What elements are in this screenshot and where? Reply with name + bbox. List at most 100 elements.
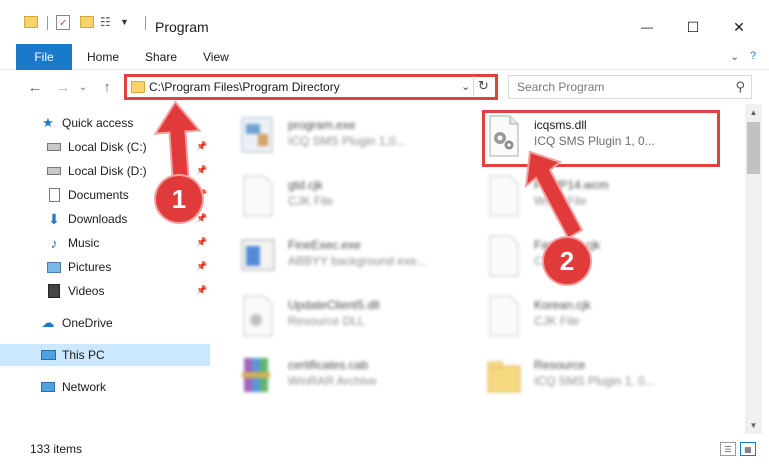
maximize-button[interactable]: ☐ (670, 12, 716, 42)
status-bar: 133 items ☰ ▦ (0, 436, 769, 470)
file-name: program.exe (288, 118, 356, 132)
up-button[interactable]: ↑ (96, 76, 118, 98)
search-box[interactable]: ⚲ (508, 75, 752, 99)
file-item-gtd-cjk[interactable]: gtd.cjk CJK File (238, 170, 488, 226)
file-item-korean-cjk[interactable]: Korean.cjk CJK File (484, 290, 734, 346)
large-icons-view-button[interactable]: ▦ (740, 442, 756, 456)
forward-arrow-icon: → (55, 78, 71, 96)
vertical-scrollbar[interactable]: ▲ ▼ (745, 104, 762, 434)
caret-up-icon: ▲ (749, 108, 758, 117)
nav-item-videos[interactable]: Videos 📌 (0, 280, 210, 302)
nav-item-network[interactable]: Network (0, 376, 210, 398)
pin-icon[interactable]: 📌 (196, 213, 207, 224)
file-item-program-exe[interactable]: program.exe ICQ SMS Plugin 1,0... (238, 110, 488, 166)
nav-item-label: Local Disk (C:) (68, 140, 147, 154)
tab-share[interactable]: Share (145, 50, 177, 64)
nav-item-label: Downloads (68, 212, 128, 226)
address-bar[interactable]: C:\Program Files\Program Directory ⌄ ↻ (124, 74, 498, 100)
scroll-down-button[interactable]: ▼ (745, 417, 762, 434)
help-button[interactable]: ? (750, 50, 756, 62)
chevron-down-icon: ⌄ (78, 81, 88, 93)
pin-icon[interactable]: 📌 (196, 141, 207, 152)
forward-button[interactable]: → (52, 76, 74, 98)
file-item-fineexec-exe[interactable]: FineExec.exe ABBYY background exe... (238, 230, 488, 286)
folder-icon[interactable] (24, 16, 38, 28)
music-icon: ♪ (50, 235, 58, 251)
pin-icon[interactable]: 📌 (196, 285, 207, 296)
nav-item-label: Network (62, 380, 107, 394)
caret-down-icon: ▼ (749, 421, 758, 430)
refresh-button[interactable]: ↻ (473, 76, 493, 96)
address-path[interactable]: C:\Program Files\Program Directory (149, 80, 340, 94)
file-type: ICQ SMS Plugin 1,0... (288, 134, 406, 148)
callout-badge-2: 2 (544, 238, 590, 284)
nav-item-label: Videos (68, 284, 105, 298)
properties-button[interactable]: ✓ (56, 12, 70, 32)
videos-icon (46, 283, 62, 299)
blank-file-icon (484, 232, 524, 280)
nav-item-quick-access[interactable]: ★ Quick access (0, 112, 210, 134)
nav-item-label: This PC (62, 348, 105, 362)
chevron-down-icon: ⌄ (730, 51, 740, 63)
nav-item-music[interactable]: ♪ Music 📌 (0, 232, 210, 254)
address-history-chevron-icon[interactable]: ⌄ (461, 80, 470, 93)
gear-file-icon (238, 292, 278, 340)
nav-item-this-pc[interactable]: This PC (0, 344, 210, 366)
address-row: ← → ⌄ ↑ C:\Program Files\Program Directo… (0, 70, 769, 104)
back-button[interactable]: ← (24, 76, 46, 98)
tab-file[interactable]: File (16, 44, 72, 70)
maximize-icon: ☐ (686, 18, 700, 35)
pin-icon[interactable]: 📌 (196, 261, 207, 272)
recent-locations-button[interactable]: ⌄ (76, 76, 90, 98)
tab-view[interactable]: View (203, 50, 229, 64)
new-folder-icon (80, 16, 94, 28)
nav-item-label: Pictures (68, 260, 112, 274)
blank-file-icon (238, 172, 278, 220)
close-icon: ✕ (733, 18, 745, 35)
nav-item-label: Documents (68, 188, 129, 202)
scroll-up-button[interactable]: ▲ (745, 104, 762, 121)
nav-item-onedrive[interactable]: ☁ OneDrive (0, 312, 210, 334)
tab-home[interactable]: Home (87, 50, 119, 64)
drive-icon (46, 163, 62, 179)
file-item-fowp14-wcm[interactable]: FoWP14.wcm WCM File (484, 170, 734, 226)
scroll-thumb[interactable] (747, 122, 760, 174)
documents-icon (46, 187, 62, 203)
file-item-resource[interactable]: Resource ICQ SMS Plugin 1, 0... (484, 350, 734, 406)
minimize-button[interactable]: — (624, 12, 670, 42)
file-item-fasthunl-cjk[interactable]: FastHunl.cjk CJK File (484, 230, 734, 286)
file-item-updateclient5-dll[interactable]: UpdateClient5.dll Resource DLL (238, 290, 488, 346)
file-name: certificates.cab (288, 358, 369, 372)
new-folder-button[interactable] (80, 12, 94, 32)
folder-icon (131, 81, 145, 93)
nav-item-label: OneDrive (62, 316, 113, 330)
archive-icon (238, 352, 278, 400)
pin-icon[interactable]: 📌 (196, 237, 207, 248)
nav-item-label: Quick access (62, 116, 134, 130)
file-type: CJK File (534, 314, 580, 328)
pin-icon[interactable]: 📌 (196, 165, 207, 176)
drive-icon (46, 139, 62, 155)
search-input[interactable] (509, 76, 729, 98)
large-icons-view-icon: ▦ (744, 444, 752, 454)
title-bar: ✓ ☷ ▼ Program — ☐ ✕ (0, 0, 769, 42)
list-view-icon: ☷ (100, 15, 111, 29)
file-type: ABBYY background exe... (288, 254, 427, 268)
details-view-button[interactable]: ☰ (720, 442, 736, 456)
file-type: ICQ SMS Plugin 1, 0... (534, 374, 655, 388)
toolbar-divider (47, 16, 48, 30)
up-arrow-icon: ↑ (103, 78, 111, 96)
file-name: gtd.cjk (288, 178, 323, 192)
nav-item-local-disk-c[interactable]: Local Disk (C:) 📌 (0, 136, 210, 158)
file-item-certificates-cab[interactable]: certificates.cab WinRAR Archive (238, 350, 488, 406)
close-button[interactable]: ✕ (716, 12, 762, 42)
dropdown-arrow-icon: ▼ (120, 17, 129, 27)
quick-access-toolbar (24, 12, 38, 32)
expand-ribbon-button[interactable]: ⌄ (730, 50, 739, 63)
search-icon[interactable]: ⚲ (735, 79, 745, 95)
nav-item-pictures[interactable]: Pictures 📌 (0, 256, 210, 278)
refresh-icon: ↻ (478, 78, 489, 93)
customize-toolbar-button[interactable]: ▼ (120, 12, 129, 32)
properties-icon: ✓ (56, 14, 70, 30)
view-options-button[interactable]: ☷ (100, 12, 111, 32)
